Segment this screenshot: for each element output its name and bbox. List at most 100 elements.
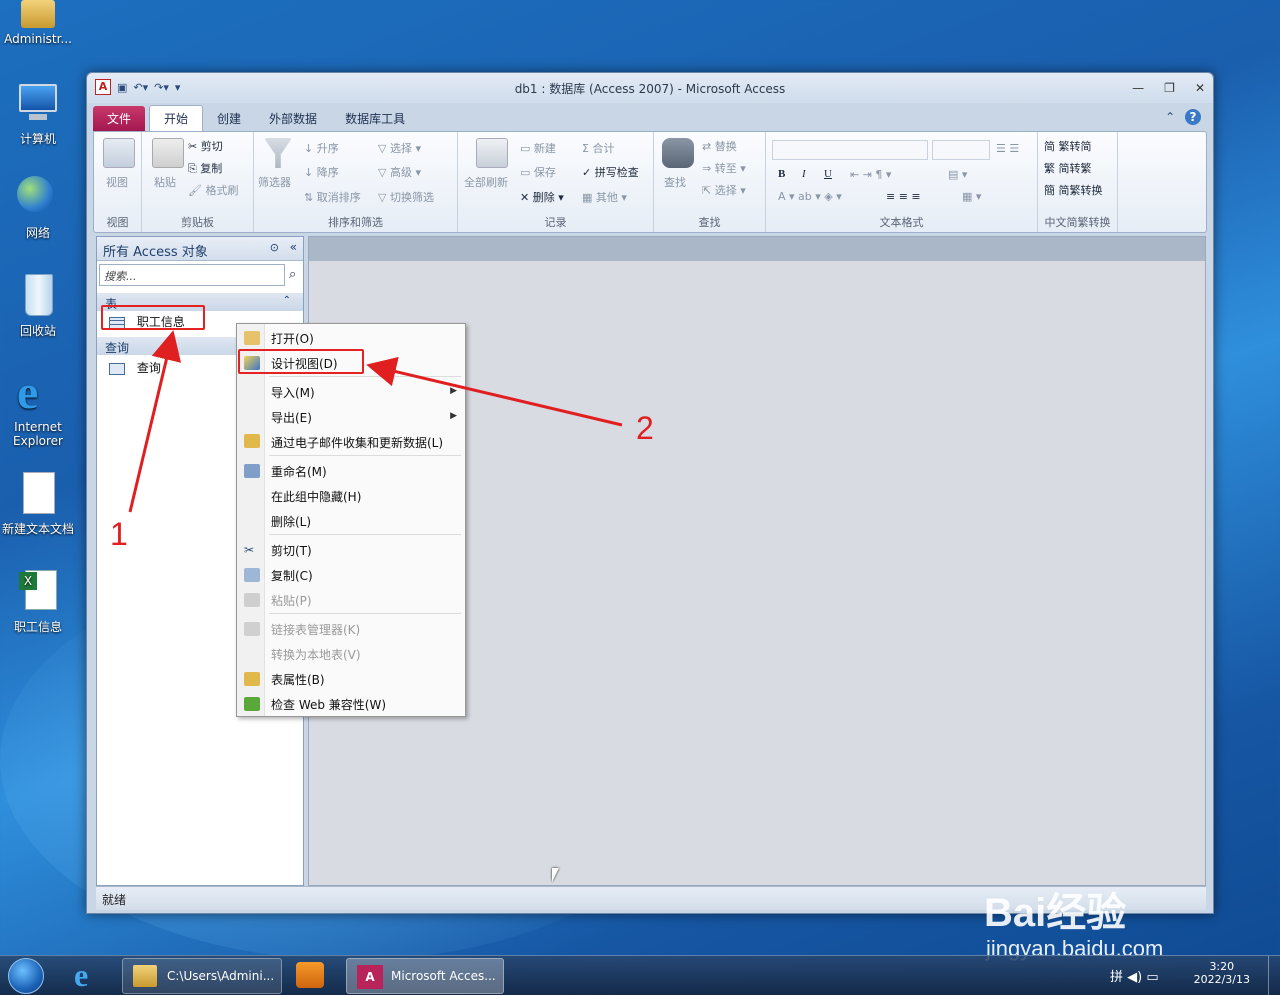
taskbar-access[interactable]: A Microsoft Acces...	[346, 958, 504, 994]
sort-desc-button[interactable]: ↓ 降序	[304, 164, 339, 180]
italic-button[interactable]: I	[802, 168, 806, 180]
filter-button[interactable]: 筛选器	[258, 174, 291, 190]
tab-file[interactable]: 文件	[93, 106, 146, 131]
nav-item-query[interactable]: 查询	[109, 359, 161, 376]
save-record-button[interactable]: ▭ 保存	[520, 164, 556, 180]
s2t-button[interactable]: 繁 简转繁	[1044, 160, 1092, 176]
font-color-icon[interactable]: A ▾ ab ▾ ◈ ▾	[778, 190, 842, 203]
binoculars-icon	[662, 138, 694, 168]
delete-record-button[interactable]: ✕ 删除 ▾	[520, 189, 564, 205]
menu-item-open[interactable]: 打开(O)	[271, 330, 314, 347]
desktop-icon-network[interactable]: 网络	[0, 174, 76, 241]
desktop-icon-ie[interactable]: e Internet Explorer	[0, 366, 76, 449]
menu-item-email-collect[interactable]: 通过电子邮件收集和更新数据(L)	[271, 434, 443, 451]
desktop-icon-admin[interactable]: Administr...	[0, 0, 76, 46]
spelling-button[interactable]: ✓ 拼写检查	[582, 164, 639, 180]
clear-label: 取消排序	[316, 191, 361, 204]
gridlines-icon[interactable]: ▤ ▾	[948, 168, 967, 181]
tab-home[interactable]: 开始	[149, 105, 204, 131]
align-icons[interactable]: ≡ ≡ ≡	[886, 190, 921, 203]
show-desktop-button[interactable]	[1268, 956, 1280, 995]
nav-menu-icon[interactable]: ⊙	[270, 241, 279, 254]
underline-button[interactable]: U	[824, 168, 832, 180]
query-icon	[109, 362, 125, 375]
font-name-select[interactable]	[772, 140, 928, 160]
menu-item-export[interactable]: 导出(E)	[271, 409, 312, 426]
maximize-icon[interactable]: ❐	[1164, 81, 1175, 95]
menu-item-cut[interactable]: 剪切(T)	[271, 542, 312, 559]
taskbar-explorer[interactable]: C:\Users\Admini...	[122, 958, 282, 994]
goto-label: 转至	[714, 162, 737, 175]
group-label: 中文简繁转换	[1044, 216, 1111, 229]
clock-date: 2022/3/13	[1193, 973, 1250, 986]
menu-item-table-properties[interactable]: 表属性(B)	[271, 671, 325, 688]
clear-sort-button[interactable]: ⇅ 取消排序	[304, 189, 361, 205]
minimize-icon[interactable]: —	[1132, 81, 1144, 95]
replace-button[interactable]: ⇄ 替换	[702, 138, 737, 154]
menu-separator	[269, 613, 461, 614]
t2s-label: 繁转简	[1058, 140, 1092, 153]
desktop-icon-label: Administr...	[4, 32, 72, 46]
section-label: 查询	[105, 341, 130, 355]
menu-item-delete[interactable]: 删除(L)	[271, 513, 311, 530]
t2s-button[interactable]: 简 繁转简	[1044, 138, 1092, 154]
bold-button[interactable]: B	[778, 168, 785, 180]
convert-button[interactable]: 簡 简繁转换	[1044, 182, 1103, 198]
new-record-button[interactable]: ▭ 新建	[520, 140, 556, 156]
toggle-filter-button[interactable]: ▽ 切换筛选	[378, 189, 434, 205]
desktop-icon-computer[interactable]: 计算机	[0, 80, 76, 147]
internet-explorer-icon: e	[17, 366, 39, 419]
menu-gutter	[237, 324, 265, 716]
desktop-icon-recycle[interactable]: 回收站	[0, 272, 76, 339]
menu-item-linked-table-manager[interactable]: 链接表管理器(K)	[271, 621, 360, 638]
sort-asc-button[interactable]: ↓ 升序	[304, 140, 339, 156]
help-icon[interactable]: ?	[1185, 109, 1201, 125]
copy-button[interactable]: ⎘ 复制	[188, 160, 222, 176]
desktop-icon-excel[interactable]: X 职工信息	[0, 568, 76, 635]
refresh-all-button[interactable]: 全部刷新	[464, 174, 508, 190]
search-icon[interactable]: ⌕	[289, 267, 296, 282]
more-button[interactable]: ▦ 其他 ▾	[582, 189, 627, 205]
clock[interactable]: 3:20 2022/3/13	[1194, 960, 1250, 986]
menu-item-import[interactable]: 导入(M)	[271, 384, 315, 401]
select-button[interactable]: ⇱ 选择 ▾	[702, 182, 746, 198]
menu-item-hide[interactable]: 在此组中隐藏(H)	[271, 488, 361, 505]
network-globe-icon	[15, 174, 61, 220]
tab-external-data[interactable]: 外部数据	[255, 106, 331, 131]
format-painter-button[interactable]: 🖌 格式刷	[188, 182, 238, 198]
goto-button[interactable]: ⇒ 转至 ▾	[702, 160, 746, 176]
nav-header[interactable]: 所有 Access 对象 ⊙ «	[97, 237, 303, 261]
tab-database-tools[interactable]: 数据库工具	[331, 106, 419, 131]
font-size-select[interactable]	[932, 140, 990, 160]
view-button[interactable]: 视图	[106, 174, 128, 190]
menu-item-web-compat[interactable]: 检查 Web 兼容性(W)	[271, 696, 386, 713]
start-button[interactable]	[8, 958, 44, 994]
menu-item-convert-local[interactable]: 转换为本地表(V)	[271, 646, 361, 663]
cut-label: 剪切	[200, 140, 223, 153]
spelling-label: 拼写检查	[594, 166, 639, 179]
totals-button[interactable]: Σ 合计	[582, 140, 614, 156]
nav-search-input[interactable]: 搜索...	[99, 264, 285, 286]
group-label: 查找	[698, 216, 721, 229]
tab-create[interactable]: 创建	[203, 106, 255, 131]
tray-icons[interactable]: 拼 ◀) ▭	[1110, 966, 1159, 985]
annotation-box-table	[101, 305, 205, 330]
group-sort-filter: 筛选器 ↓ 升序 ↓ 降序 ⇅ 取消排序 ▽ 选择 ▾ ▽ 高级 ▾ ▽ 切换筛…	[254, 132, 458, 232]
find-button[interactable]: 查找	[664, 174, 686, 190]
advanced-button[interactable]: ▽ 高级 ▾	[378, 164, 421, 180]
menu-item-paste[interactable]: 粘贴(P)	[271, 592, 312, 609]
close-icon[interactable]: ✕	[1195, 81, 1205, 95]
alt-row-color-icon[interactable]: ▦ ▾	[962, 190, 981, 203]
menu-item-rename[interactable]: 重命名(M)	[271, 463, 327, 480]
paste-button[interactable]: 粘贴	[154, 174, 176, 190]
menu-item-copy[interactable]: 复制(C)	[271, 567, 313, 584]
computer-icon	[15, 80, 61, 126]
nav-collapse-icon[interactable]: «	[290, 240, 297, 254]
ie-taskbar-icon[interactable]: e	[74, 958, 106, 992]
selection-button[interactable]: ▽ 选择 ▾	[378, 140, 421, 156]
media-player-icon[interactable]	[296, 962, 324, 988]
web-compat-icon	[244, 697, 260, 711]
ribbon-collapse-icon[interactable]: ⌃	[1165, 110, 1175, 124]
cut-button[interactable]: ✂ 剪切	[188, 138, 223, 154]
desktop-icon-textdoc[interactable]: 新建文本文档	[0, 470, 76, 537]
